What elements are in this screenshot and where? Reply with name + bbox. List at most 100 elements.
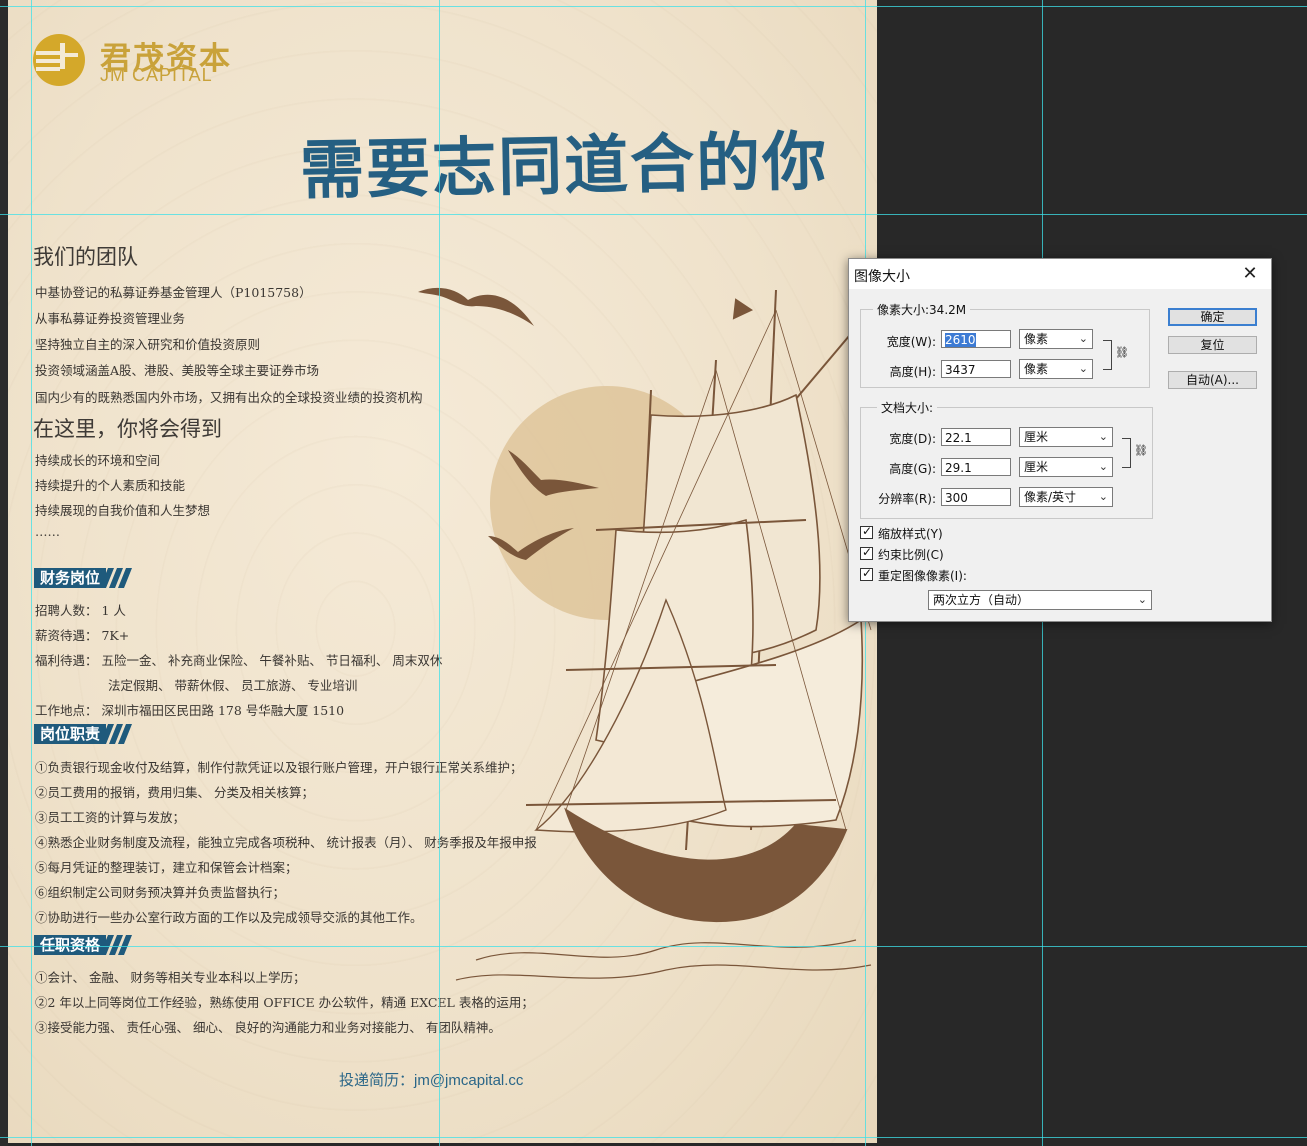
chevron-down-icon: ⌄ xyxy=(1098,430,1108,443)
sailing-ship-illustration xyxy=(455,289,872,981)
qualification-line: ③接受能力强、 责任心强、 细心、 良好的沟通能力和业务对接能力、 有团队精神。 xyxy=(35,1020,501,1035)
pixel-height-unit: 像素 xyxy=(1024,362,1049,376)
gain-line: …… xyxy=(35,524,60,539)
close-icon[interactable]: ✕ xyxy=(1237,262,1263,286)
doc-height-input[interactable]: 29.1 xyxy=(941,458,1011,476)
duties-tag-label: 岗位职责 xyxy=(34,724,107,744)
pixel-height-unit-select[interactable]: 像素 ⌄ xyxy=(1019,359,1093,379)
guide-vertical[interactable] xyxy=(439,0,440,1146)
gain-line: 持续展现的自我价值和人生梦想 xyxy=(35,503,211,518)
doc-height-label: 高度(G): xyxy=(889,462,936,476)
chevron-down-icon: ⌄ xyxy=(1137,593,1147,606)
chevron-down-icon: ⌄ xyxy=(1098,490,1108,503)
checkbox-checked-icon xyxy=(860,524,873,539)
seagull-icon xyxy=(418,287,534,326)
image-size-dialog[interactable]: 图像大小 ✕ 像素大小:34.2M 宽度(W): 2610 像素 ⌄ 高度(H):… xyxy=(848,258,1272,622)
contact-email: 投递简历：jm@jmcapital.cc xyxy=(339,1072,524,1089)
gain-heading: 在这里，你将会得到 xyxy=(33,417,222,441)
poster-headline: 需要志同道合的你 xyxy=(299,124,829,209)
team-line: 国内少有的既熟悉国内外市场，又拥有出众的全球投资业绩的投资机构 xyxy=(35,390,423,405)
ok-button[interactable]: 确定 xyxy=(1168,308,1257,326)
team-line: 从事私募证券投资管理业务 xyxy=(35,311,186,326)
resolution-unit: 像素/英寸 xyxy=(1024,490,1077,504)
gain-line: 持续提升的个人素质和技能 xyxy=(35,478,186,493)
benefits-continued: 法定假期、 带薪休假、 员工旅游、 专业培训 xyxy=(108,678,358,693)
position-tag-label: 财务岗位 xyxy=(34,568,107,588)
guide-horizontal[interactable] xyxy=(0,214,1307,215)
guide-vertical[interactable] xyxy=(31,0,32,1146)
doc-width-input[interactable]: 22.1 xyxy=(941,428,1011,446)
qualifications-tag-label: 任职资格 xyxy=(34,935,107,955)
canvas-left-edge xyxy=(0,0,8,1146)
resample-method-value: 两次立方（自动） xyxy=(933,593,1030,607)
guide-horizontal[interactable] xyxy=(0,1137,1307,1138)
team-line: 投资领域涵盖A股、港股、美股等全球主要证券市场 xyxy=(35,363,320,378)
duty-line: ③员工工资的计算与发放； xyxy=(35,810,186,825)
qualification-line: ②2 年以上同等岗位工作经验，熟练使用 OFFICE 办公软件，精通 EXCEL… xyxy=(35,995,534,1010)
duty-line: ①负责银行现金收付及结算，制作付款凭证以及银行账户管理，开户银行正常关系维护； xyxy=(35,760,523,775)
chevron-down-icon: ⌄ xyxy=(1078,362,1088,375)
resolution-value: 300 xyxy=(945,491,968,505)
resolution-label: 分辨率(R): xyxy=(878,492,936,506)
duty-line: ⑥组织制定公司财务预决算并负责监督执行； xyxy=(35,885,286,900)
salary: 薪资待遇： 7K+ xyxy=(35,628,130,643)
duty-line: ⑦协助进行一些办公室行政方面的工作以及完成领导交派的其他工作。 xyxy=(35,910,423,925)
constrain-proportions-label: 约束比例(C) xyxy=(878,548,944,562)
doc-height-value: 29.1 xyxy=(945,461,972,475)
guide-horizontal[interactable] xyxy=(0,946,1307,947)
gain-line: 持续成长的环境和空间 xyxy=(35,453,161,468)
poster-canvas[interactable]: 君茂资本 JM CAPITAL 需要志同道合的你 我们的团队 中基协登记的私募证… xyxy=(8,0,877,1143)
duty-line: ④熟悉企业财务制度及流程，能独立完成各项税种、 统计报表（月）、 财务季报及年报… xyxy=(35,835,537,850)
resolution-input[interactable]: 300 xyxy=(941,488,1011,506)
chain-link-icon: ⛓ xyxy=(1115,346,1129,359)
pixel-height-value: 3437 xyxy=(945,363,976,377)
seagull-icon xyxy=(508,450,599,496)
pixel-width-unit: 像素 xyxy=(1024,332,1049,346)
pixel-width-input[interactable]: 2610 xyxy=(941,330,1011,348)
dialog-title: 图像大小 xyxy=(854,269,910,285)
dialog-titlebar[interactable]: 图像大小 ✕ xyxy=(849,259,1271,289)
pixel-height-input[interactable]: 3437 xyxy=(941,360,1011,378)
constrain-link-bracket xyxy=(1122,438,1131,468)
headcount: 招聘人数： 1 人 xyxy=(35,603,126,618)
tag-stripes-icon xyxy=(102,935,132,955)
seagull-icon xyxy=(488,528,574,560)
brand-logo: 君茂资本 JM CAPITAL xyxy=(32,33,232,89)
duty-line: ⑤每月凭证的整理装订，建立和保管会计档案； xyxy=(35,860,298,875)
tag-stripes-icon xyxy=(102,724,132,744)
chain-link-icon: ⛓ xyxy=(1134,444,1148,457)
doc-height-unit-select[interactable]: 厘米 ⌄ xyxy=(1019,457,1113,477)
scale-styles-label: 缩放样式(Y) xyxy=(878,527,943,541)
tag-stripes-icon xyxy=(102,568,132,588)
checkbox-checked-icon xyxy=(860,545,873,560)
pixel-width-value: 2610 xyxy=(945,333,976,347)
team-line: 坚持独立自主的深入研究和价值投资原则 xyxy=(35,337,261,352)
doc-width-label: 宽度(D): xyxy=(889,432,936,446)
work-location: 工作地点： 深圳市福田区民田路 178 号华融大厦 1510 xyxy=(35,703,345,718)
qualification-line: ①会计、 金融、 财务等相关专业本科以上学历； xyxy=(35,970,306,985)
resample-method-select[interactable]: 两次立方（自动） ⌄ xyxy=(928,590,1152,610)
team-line: 中基协登记的私募证券基金管理人（P1015758） xyxy=(35,285,312,300)
constrain-link-bracket xyxy=(1103,340,1112,370)
guide-horizontal[interactable] xyxy=(0,6,1307,7)
auto-button[interactable]: 自动(A)... xyxy=(1168,371,1257,389)
resolution-unit-select[interactable]: 像素/英寸 ⌄ xyxy=(1019,487,1113,507)
pixel-dimensions-legend: 像素大小:34.2M xyxy=(873,301,971,318)
benefits: 福利待遇： 五险一金、 补充商业保险、 午餐补贴、 节日福利、 周末双休 xyxy=(35,653,443,668)
logo-mark-icon xyxy=(33,34,85,86)
resample-image-label: 重定图像像素(I): xyxy=(878,569,967,583)
pixel-width-label: 宽度(W): xyxy=(886,335,936,349)
doc-width-unit-select[interactable]: 厘米 ⌄ xyxy=(1019,427,1113,447)
checkbox-checked-icon xyxy=(860,566,873,581)
chevron-down-icon: ⌄ xyxy=(1098,460,1108,473)
doc-height-unit: 厘米 xyxy=(1024,460,1049,474)
chevron-down-icon: ⌄ xyxy=(1078,332,1088,345)
brand-name-en: JM CAPITAL xyxy=(100,65,213,85)
document-size-legend: 文档大小: xyxy=(877,399,938,416)
pixel-height-label: 高度(H): xyxy=(889,365,936,379)
doc-width-value: 22.1 xyxy=(945,431,972,445)
pixel-width-unit-select[interactable]: 像素 ⌄ xyxy=(1019,329,1093,349)
reset-button[interactable]: 复位 xyxy=(1168,336,1257,354)
team-heading: 我们的团队 xyxy=(33,245,138,269)
doc-width-unit: 厘米 xyxy=(1024,430,1049,444)
